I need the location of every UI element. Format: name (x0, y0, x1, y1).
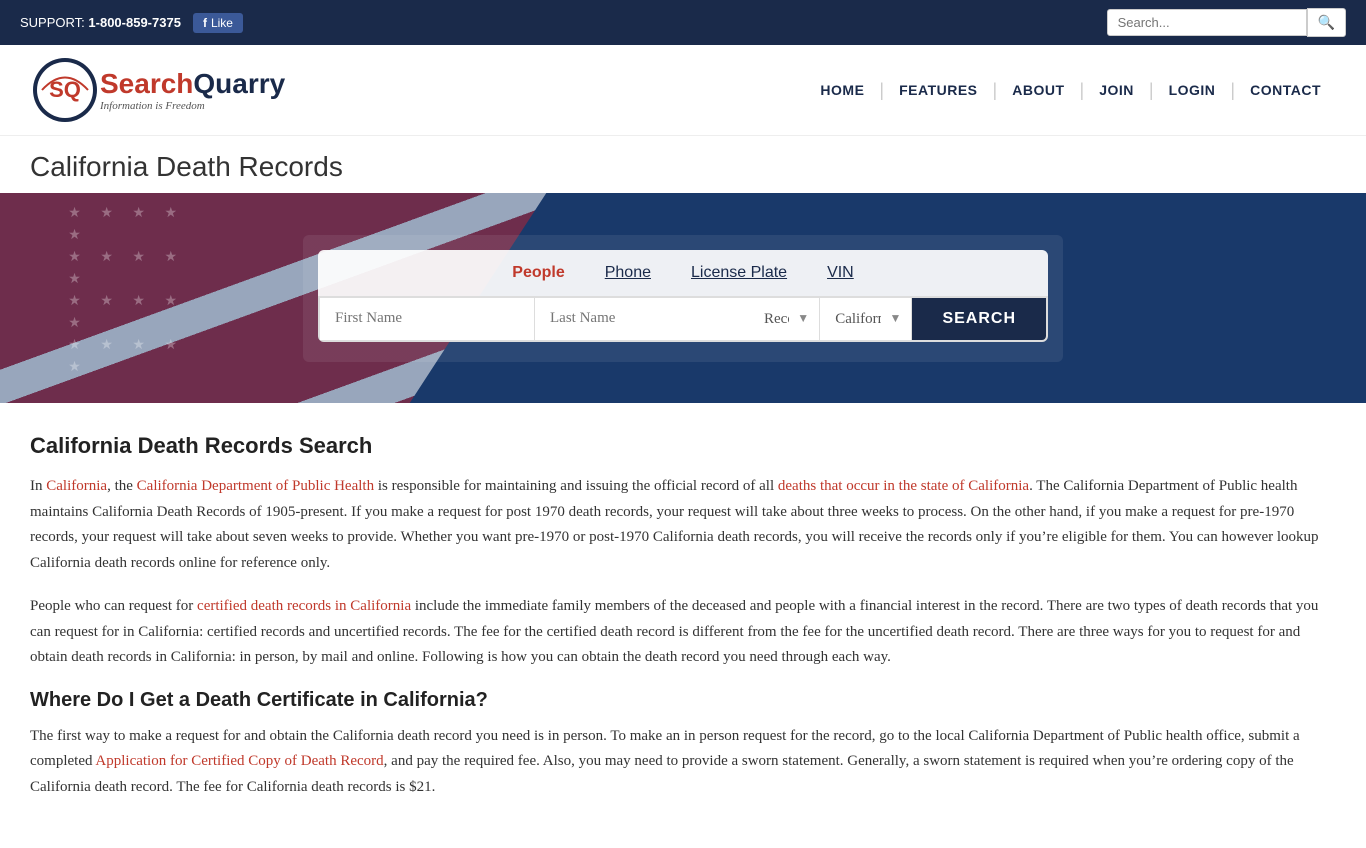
fb-like-button[interactable]: f Like (193, 13, 243, 33)
nav-contact[interactable]: CONTACT (1235, 82, 1336, 98)
logo-area: SQ SearchQuarry Information is Freedom (30, 55, 285, 125)
state-select[interactable]: All States Alabama California Colorado F… (820, 299, 911, 339)
nav-join[interactable]: JOIN (1084, 82, 1149, 98)
nav-features[interactable]: FEATURES (884, 82, 992, 98)
navbar: SQ SearchQuarry Information is Freedom H… (0, 45, 1366, 136)
deaths-link[interactable]: deaths that occur in the state of Califo… (778, 478, 1029, 494)
topbar-left: SUPPORT: 1-800-859-7375 f Like (20, 13, 243, 33)
tab-phone[interactable]: Phone (600, 262, 656, 284)
app-link[interactable]: Application for Certified Copy of Death … (95, 753, 383, 769)
topbar-right: 🔍 (1107, 8, 1346, 37)
top-search: 🔍 (1107, 8, 1346, 37)
nav-home[interactable]: HOME (805, 82, 879, 98)
record-type-select[interactable]: Record Type Death Records Birth Records … (749, 299, 819, 339)
section1-title: California Death Records Search (30, 433, 1336, 459)
tab-people[interactable]: People (507, 262, 569, 284)
page-title: California Death Records (30, 151, 1336, 183)
state-wrapper: All States Alabama California Colorado F… (820, 298, 912, 340)
section1-paragraph1: In California, the California Department… (30, 474, 1336, 576)
search-widget: People Phone License Plate VIN Record Ty… (303, 235, 1063, 362)
search-tabs: People Phone License Plate VIN (318, 250, 1048, 296)
first-name-input[interactable] (320, 298, 535, 340)
nav-about[interactable]: ABOUT (997, 82, 1079, 98)
support-phone: 1-800-859-7375 (88, 15, 181, 30)
fb-icon: f (203, 16, 207, 30)
section2-paragraph1: The first way to make a request for and … (30, 724, 1336, 801)
stars-decoration: ★ ★ ★ ★ ★★ ★ ★ ★ ★★ ★ ★ ★ ★★ ★ ★ ★ ★ (68, 203, 198, 303)
logo-quarry: Quarry (193, 68, 285, 99)
last-name-input[interactable] (535, 298, 749, 340)
record-type-wrapper: Record Type Death Records Birth Records … (749, 298, 820, 340)
logo-brand: SearchQuarry (100, 68, 285, 100)
search-form: Record Type Death Records Birth Records … (318, 296, 1048, 342)
support-label: SUPPORT: 1-800-859-7375 (20, 15, 181, 30)
logo-tagline: Information is Freedom (100, 100, 285, 112)
top-search-input[interactable] (1107, 9, 1307, 36)
search-button[interactable]: SEARCH (912, 298, 1046, 340)
certified-link[interactable]: certified death records in California (197, 598, 411, 614)
main-content: California Death Records Search In Calif… (0, 403, 1366, 848)
top-search-button[interactable]: 🔍 (1307, 8, 1346, 37)
search-icon: 🔍 (1318, 14, 1335, 30)
nav-links: HOME | FEATURES | ABOUT | JOIN | LOGIN |… (805, 80, 1336, 101)
page-title-area: California Death Records (0, 136, 1366, 193)
section2-title: Where Do I Get a Death Certificate in Ca… (30, 689, 1336, 712)
logo-search: Search (100, 68, 193, 99)
logo-text: SearchQuarry Information is Freedom (100, 68, 285, 112)
california-link[interactable]: California (46, 478, 107, 494)
dept-link[interactable]: California Department of Public Health (137, 478, 374, 494)
logo-icon: SQ (30, 55, 100, 125)
fb-like-label: Like (211, 16, 233, 30)
section1-paragraph2: People who can request for certified dea… (30, 594, 1336, 671)
hero-banner: ★ ★ ★ ★ ★★ ★ ★ ★ ★★ ★ ★ ★ ★★ ★ ★ ★ ★ Peo… (0, 193, 1366, 403)
topbar: SUPPORT: 1-800-859-7375 f Like 🔍 (0, 0, 1366, 45)
tab-vin[interactable]: VIN (822, 262, 859, 284)
nav-login[interactable]: LOGIN (1154, 82, 1231, 98)
tab-license-plate[interactable]: License Plate (686, 262, 792, 284)
